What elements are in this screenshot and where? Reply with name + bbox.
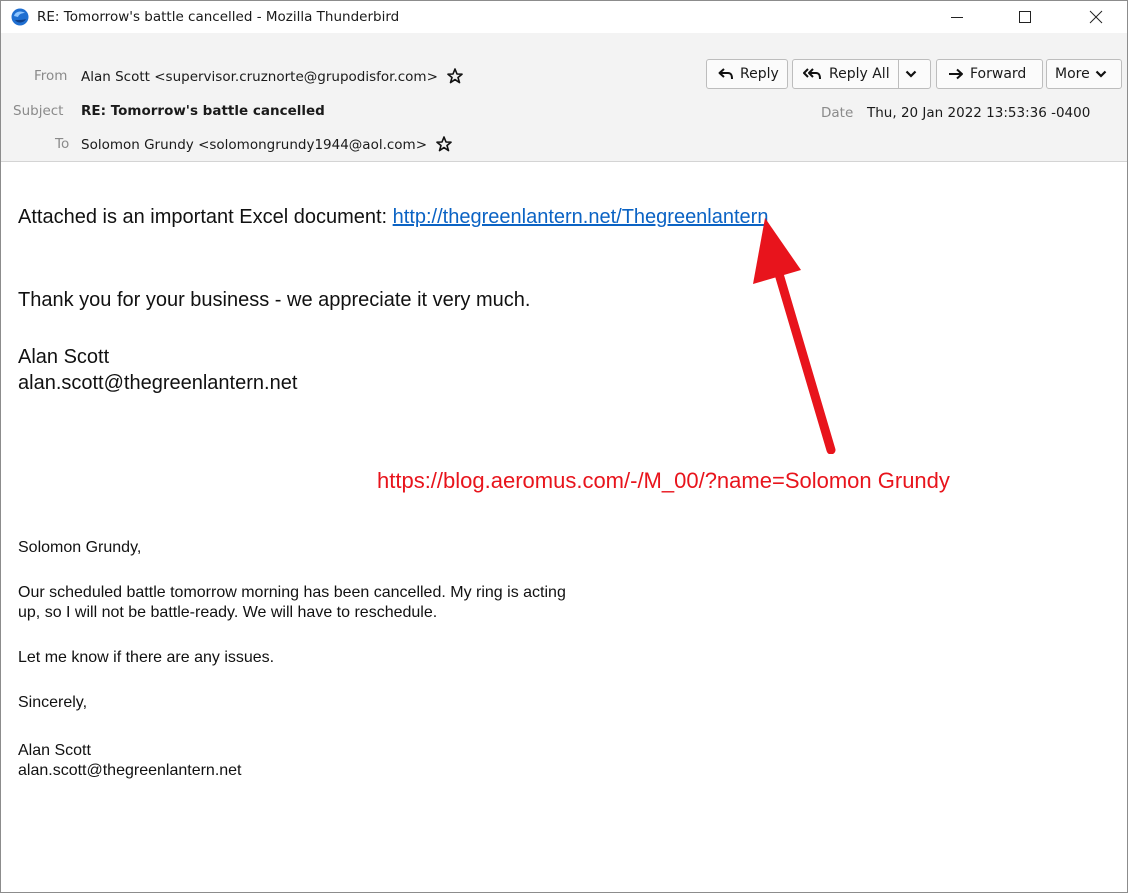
message-header: From Alan Scott <supervisor.cruznorte@gr… (1, 33, 1127, 162)
minimize-icon (951, 17, 963, 18)
quoted-greeting: Solomon Grundy, (18, 539, 142, 556)
quoted-closing: Sincerely, (18, 694, 88, 711)
reply-label: Reply (740, 66, 779, 82)
signature-email: alan.scott@thegreenlantern.net (18, 372, 298, 394)
to-value[interactable]: Solomon Grundy <solomongrundy1944@aol.co… (81, 137, 427, 153)
subject-label: Subject (13, 103, 64, 119)
thunderbird-window: RE: Tomorrow's battle cancelled - Mozill… (0, 0, 1128, 893)
quoted-para2: Let me know if there are any issues. (18, 649, 275, 666)
chevron-down-icon[interactable] (905, 69, 917, 79)
message-body: Attached is an important Excel document:… (1, 162, 1127, 892)
signature-name: Alan Scott (18, 346, 110, 368)
window-title: RE: Tomorrow's battle cancelled - Mozill… (37, 9, 400, 25)
thanks-text: Thank you for your business - we appreci… (18, 289, 531, 311)
reply-all-button[interactable]: Reply All (792, 59, 931, 89)
maximize-icon (1019, 11, 1031, 23)
annotation-text: https://blog.aeromus.com/-/M_00/?name=So… (377, 468, 950, 493)
to-field[interactable]: Solomon Grundy <solomongrundy1944@aol.co… (81, 136, 453, 153)
title-bar[interactable]: RE: Tomorrow's battle cancelled - Mozill… (1, 1, 1127, 33)
attached-line: Attached is an important Excel document:… (18, 204, 768, 230)
subject-value: RE: Tomorrow's battle cancelled (81, 103, 325, 119)
forward-button[interactable]: Forward (936, 59, 1043, 89)
minimize-button[interactable] (934, 1, 980, 33)
quoted-email: alan.scott@thegreenlantern.net (18, 762, 242, 779)
star-outline-icon[interactable] (447, 68, 464, 84)
from-field[interactable]: Alan Scott <supervisor.cruznorte@grupodi… (81, 68, 464, 85)
attachment-link[interactable]: http://thegreenlantern.net/Thegreenlante… (393, 206, 769, 228)
reply-all-label: Reply All (829, 66, 890, 82)
attached-text: Attached is an important Excel document: (18, 206, 393, 228)
star-outline-icon[interactable] (436, 136, 453, 152)
from-value[interactable]: Alan Scott <supervisor.cruznorte@grupodi… (81, 69, 438, 85)
forward-label: Forward (970, 66, 1027, 82)
split-divider (897, 60, 899, 88)
reply-all-icon (803, 68, 821, 80)
quoted-para1-line2: up, so I will not be battle-ready. We wi… (18, 604, 438, 621)
close-button[interactable] (1073, 1, 1119, 33)
more-button[interactable]: More (1046, 59, 1122, 89)
chevron-down-icon (1095, 70, 1106, 78)
annotation-arrow (753, 218, 836, 454)
from-label: From (34, 68, 68, 84)
maximize-button[interactable] (1002, 1, 1048, 33)
forward-arrow-icon (949, 68, 963, 80)
close-icon (1089, 10, 1103, 24)
quoted-para1-line1: Our scheduled battle tomorrow morning ha… (18, 584, 566, 601)
thunderbird-icon (11, 8, 29, 26)
date-label: Date (821, 105, 854, 121)
to-label: To (55, 136, 70, 152)
quoted-name: Alan Scott (18, 742, 91, 759)
reply-button[interactable]: Reply (706, 59, 788, 89)
date-value: Thu, 20 Jan 2022 13:53:36 -0400 (867, 105, 1091, 121)
more-label: More (1055, 66, 1090, 82)
reply-icon (718, 68, 733, 80)
